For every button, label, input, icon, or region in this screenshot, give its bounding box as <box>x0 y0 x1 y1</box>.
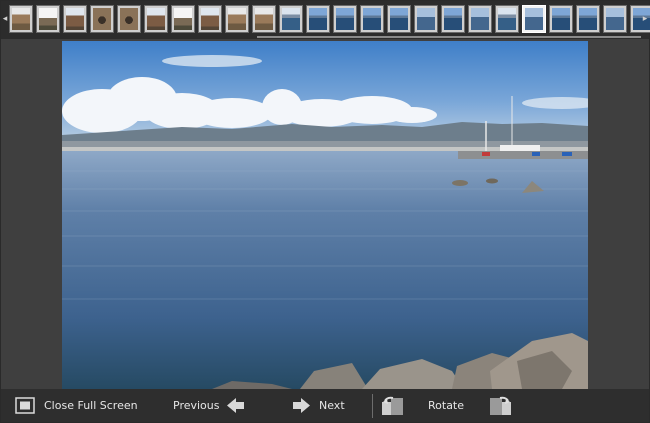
thumbnail-image <box>12 8 30 30</box>
thumbnail[interactable] <box>63 5 87 33</box>
thumbnail-image <box>93 8 111 30</box>
thumbnail[interactable] <box>603 5 627 33</box>
toolbar-divider <box>372 394 373 418</box>
rotate-label-area: Rotate <box>428 389 464 422</box>
rotate-left-icon <box>382 396 403 415</box>
thumbnail[interactable] <box>252 5 276 33</box>
thumbnail[interactable] <box>576 5 600 33</box>
thumbnail[interactable] <box>306 5 330 33</box>
thumbnail-image <box>201 8 219 30</box>
next-label: Next <box>319 399 345 412</box>
previous-arrow-icon <box>226 398 244 413</box>
thumbnail-image <box>120 8 138 30</box>
thumbnail-image <box>255 8 273 30</box>
photo-viewer-window: ◂ ▸ Close Full Screen Previous Next Rota… <box>0 0 650 423</box>
strip-scroll-left-icon[interactable]: ◂ <box>1 9 9 29</box>
thumbnail-image <box>336 8 354 30</box>
thumbnail-image <box>552 8 570 30</box>
thumbnail[interactable] <box>90 5 114 33</box>
next-button[interactable]: Next <box>292 389 345 422</box>
thumbnail[interactable] <box>441 5 465 33</box>
thumbnail-image <box>471 8 489 30</box>
previous-label: Previous <box>173 399 220 412</box>
thumbnail[interactable] <box>279 5 303 33</box>
thumbnail-selected[interactable] <box>522 5 546 33</box>
thumbnail-image <box>363 8 381 30</box>
thumbnail-image <box>282 8 300 30</box>
strip-scroll-right-icon[interactable]: ▸ <box>641 9 649 29</box>
thumbnail[interactable] <box>36 5 60 33</box>
thumbnail-image <box>39 8 57 30</box>
thumbnail-image <box>417 8 435 30</box>
thumbnail[interactable] <box>387 5 411 33</box>
thumbnail[interactable] <box>225 5 249 33</box>
filmstrip-scrollbar[interactable] <box>257 36 641 38</box>
rotate-right-button[interactable] <box>488 389 512 422</box>
thumbnail-image <box>390 8 408 30</box>
thumbnail[interactable] <box>495 5 519 33</box>
thumbnail-image <box>579 8 597 30</box>
previous-button[interactable]: Previous <box>173 389 245 422</box>
thumbnail[interactable] <box>414 5 438 33</box>
thumbnail-image <box>66 8 84 30</box>
thumbnail-image <box>309 8 327 30</box>
seascape-image <box>62 41 588 389</box>
viewer-toolbar: Close Full Screen Previous Next Rotate <box>1 389 649 422</box>
thumbnail-image <box>525 8 543 30</box>
next-arrow-icon <box>293 398 310 413</box>
thumbnail[interactable] <box>171 5 195 33</box>
thumbnail[interactable] <box>198 5 222 33</box>
thumbnail-image <box>228 8 246 30</box>
thumbnail[interactable] <box>144 5 168 33</box>
thumbnail-image <box>444 8 462 30</box>
rotate-left-button[interactable] <box>381 389 405 422</box>
thumbnail-image <box>174 8 192 30</box>
thumbnail[interactable] <box>117 5 141 33</box>
rotate-right-icon <box>490 396 511 415</box>
thumbnail[interactable] <box>9 5 33 33</box>
thumbnail-image <box>606 8 624 30</box>
thumbnail[interactable] <box>549 5 573 33</box>
thumbnail-filmstrip: ◂ ▸ <box>1 1 650 39</box>
thumbnail-image <box>498 8 516 30</box>
thumbnail-image <box>147 8 165 30</box>
thumbnail[interactable] <box>360 5 384 33</box>
rotate-label: Rotate <box>428 399 465 412</box>
close-full-screen-label: Close Full Screen <box>44 399 138 412</box>
main-photo <box>62 41 588 389</box>
thumbnail-list <box>9 4 650 35</box>
thumbnail[interactable] <box>468 5 492 33</box>
close-full-screen-icon <box>15 397 35 414</box>
close-full-screen-button[interactable]: Close Full Screen <box>15 389 138 422</box>
thumbnail[interactable] <box>333 5 357 33</box>
